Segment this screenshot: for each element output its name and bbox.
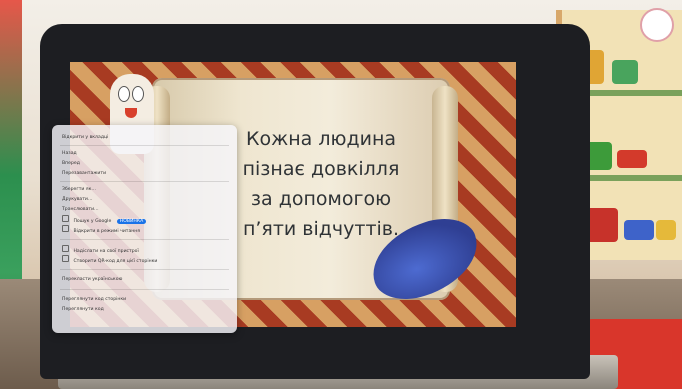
menu-item-label: Друкувати… — [62, 196, 93, 202]
menu-item-label: Надіслати на свої пристрої — [73, 248, 139, 254]
menu-item-label: Назад — [62, 150, 77, 156]
devices-icon — [62, 244, 69, 252]
menu-item-inspect[interactable]: Переглянути код — [62, 305, 229, 313]
reading-mode-icon — [62, 224, 69, 232]
mouth-icon — [125, 108, 137, 118]
menu-separator — [60, 239, 229, 240]
menu-item-back[interactable]: Назад — [62, 149, 229, 157]
qr-code-icon — [62, 254, 69, 262]
google-lens-icon — [62, 214, 69, 222]
toy-truck-yellow — [656, 220, 676, 240]
toy-car — [617, 150, 647, 168]
menu-separator — [60, 289, 229, 290]
menu-item-label: Перекласти українською — [62, 276, 123, 282]
browser-context-menu[interactable]: Відкрити у вкладці Назад Вперед Перезава… — [52, 125, 237, 333]
menu-item-print[interactable]: Друкувати… — [62, 195, 229, 203]
menu-item-label: Пошук у Google — [73, 218, 112, 224]
menu-item-translate[interactable]: Перекласти українською — [62, 275, 229, 283]
menu-item-label: Зберегти як… — [62, 186, 97, 192]
corner-logo — [640, 8, 674, 42]
new-badge: НОВИНКА — [116, 218, 147, 224]
eye-icon — [132, 86, 144, 102]
menu-item-qr-code[interactable]: Створити QR-код для цієї сторінки — [62, 254, 229, 264]
menu-item-save-as[interactable]: Зберегти як… — [62, 185, 229, 193]
toy-truck-blue — [624, 220, 654, 240]
menu-item-view-source[interactable]: Переглянути код сторінки — [62, 295, 229, 303]
menu-item-label: Переглянути код сторінки — [62, 296, 127, 302]
photo-scene: Кожна людина пізнає довкілля за допомого… — [0, 0, 682, 389]
menu-item-label: Вперед — [62, 160, 80, 166]
menu-item-label: Відкрити у вкладці — [62, 134, 109, 140]
menu-item-label: Відкрити в режимі читання — [73, 228, 141, 234]
menu-item-cast[interactable]: Транслювати… — [62, 205, 229, 213]
menu-item-google-search[interactable]: Пошук у Google НОВИНКА — [62, 214, 229, 224]
menu-item-label: Транслювати… — [62, 206, 99, 212]
menu-separator — [60, 145, 229, 146]
toy-box — [612, 60, 638, 84]
menu-item-forward[interactable]: Вперед — [62, 159, 229, 167]
menu-item-send-devices[interactable]: Надіслати на свої пристрої — [62, 244, 229, 254]
menu-separator — [60, 269, 229, 270]
menu-item-label: Створити QR-код для цієї сторінки — [73, 258, 158, 264]
menu-item-reading-mode[interactable]: Відкрити в режимі читання — [62, 224, 229, 234]
menu-item-label: Переглянути код — [62, 306, 104, 312]
menu-item-open-tab[interactable]: Відкрити у вкладці — [62, 133, 229, 141]
menu-item-label: Перезавантажити — [62, 170, 107, 176]
eye-icon — [118, 86, 130, 102]
menu-separator — [60, 181, 229, 182]
menu-item-reload[interactable]: Перезавантажити — [62, 169, 229, 177]
